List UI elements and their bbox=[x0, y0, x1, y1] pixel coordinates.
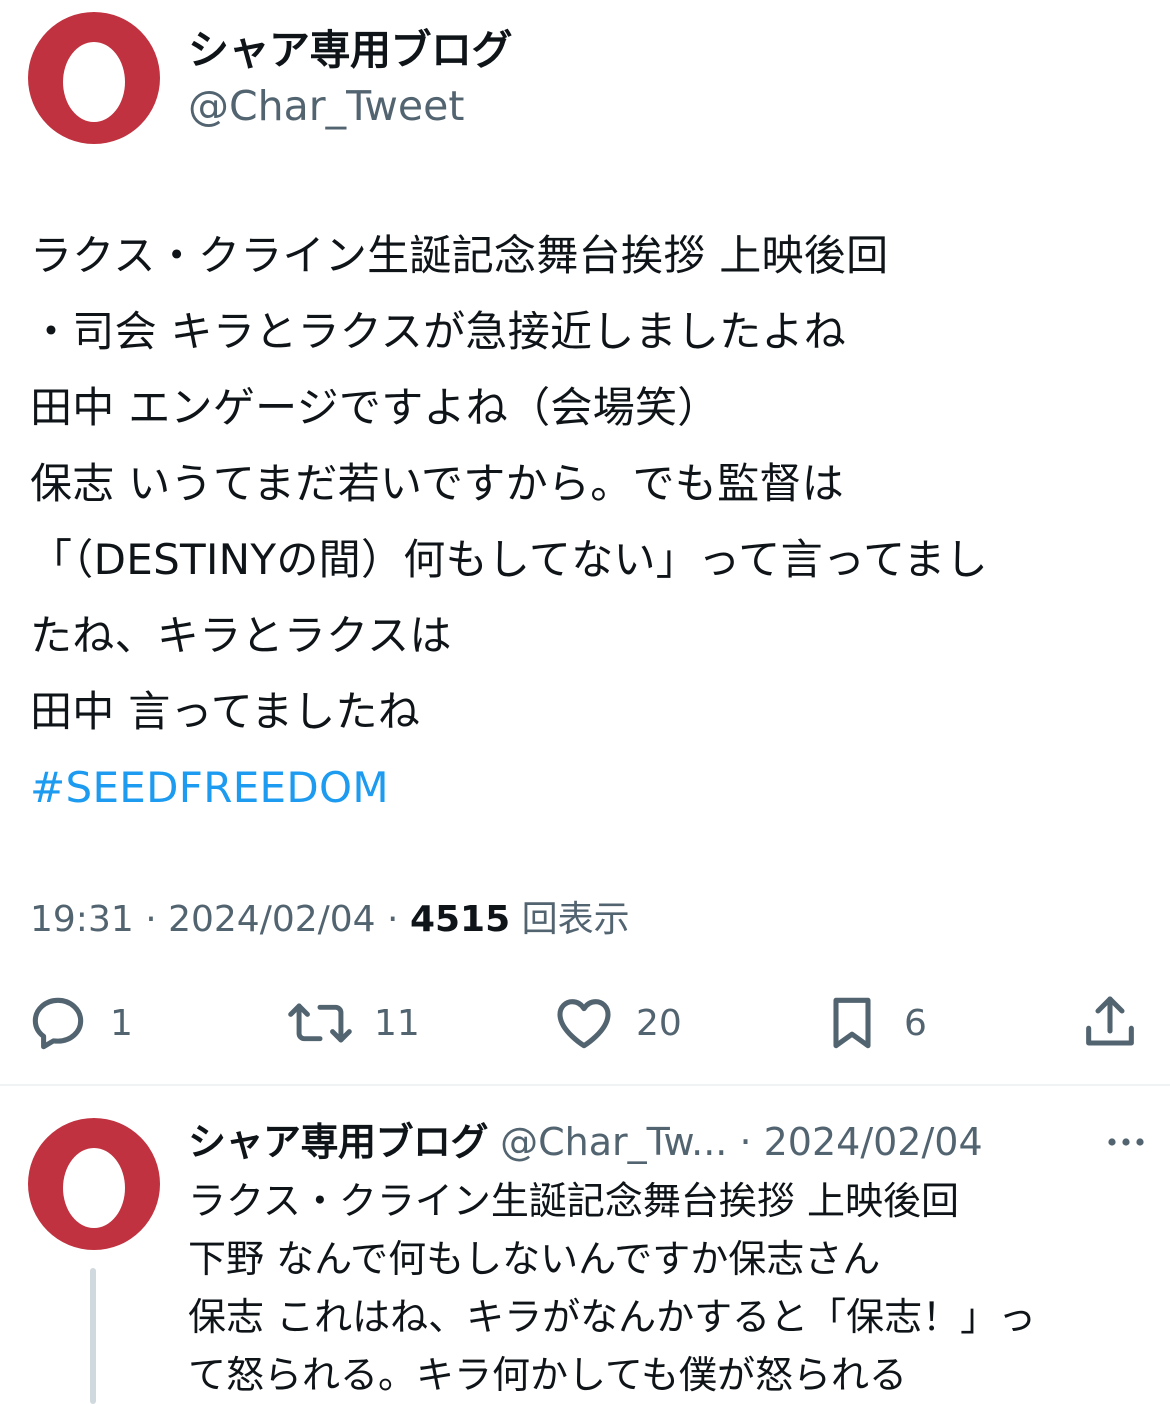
divider bbox=[0, 1084, 1170, 1086]
hashtag-link[interactable]: #SEEDFREEDOM bbox=[30, 763, 389, 812]
tweet-detail-page: シャア専用ブログ @Char_Tweet ラクス・クライン生誕記念舞台挨拶 上映… bbox=[0, 0, 1170, 1404]
tweet-line: 田中 言ってましたね bbox=[30, 687, 421, 736]
tweet-date[interactable]: 2024/02/04 bbox=[168, 899, 376, 940]
reply-text: ラクス・クライン生誕記念舞台挨拶 上映後回 下野 なんで何もしないんですか保志さ… bbox=[188, 1172, 1148, 1404]
thread-connector-line bbox=[90, 1268, 96, 1404]
reply-line: 下野 なんで何もしないんですか保志さん bbox=[188, 1237, 881, 1281]
retweet-count: 11 bbox=[374, 1002, 420, 1044]
reply-button[interactable]: 1 bbox=[26, 988, 133, 1058]
share-icon bbox=[1086, 996, 1134, 1046]
like-button[interactable]: 20 bbox=[552, 988, 682, 1058]
author-handle[interactable]: @Char_Tweet bbox=[188, 80, 464, 132]
egg-avatar-icon bbox=[63, 42, 125, 122]
meta-separator: · bbox=[133, 899, 169, 940]
bookmark-icon bbox=[833, 997, 871, 1049]
meta-separator: · bbox=[727, 1120, 764, 1164]
share-button[interactable] bbox=[1078, 988, 1142, 1058]
reply-line: 保志 これはね、キラがなんかすると「保志！」っ bbox=[188, 1295, 1037, 1339]
tweet-line: 「（DESTINYの間）何もしてない」って言ってまし bbox=[30, 535, 988, 584]
tweet-line: たね、キラとラクスは bbox=[30, 611, 452, 660]
reply-icon bbox=[32, 997, 84, 1050]
bookmark-count: 6 bbox=[904, 1002, 927, 1044]
heart-icon bbox=[557, 999, 611, 1049]
reply-display-name[interactable]: シャア専用ブログ bbox=[188, 1120, 489, 1164]
reply-count: 1 bbox=[110, 1002, 133, 1044]
reply-line: て怒られる。キラ何かしても僕が怒られる bbox=[188, 1353, 907, 1397]
tweet-line: 田中 エンゲージですよね（会場笑） bbox=[30, 383, 720, 432]
more-options-icon[interactable] bbox=[1104, 1126, 1148, 1158]
author-avatar[interactable] bbox=[28, 12, 160, 144]
reply-line: ラクス・クライン生誕記念舞台挨拶 上映後回 bbox=[188, 1179, 959, 1223]
reply-header: シャア専用ブログ @Char_Tw... · 2024/02/04 bbox=[188, 1114, 1148, 1170]
tweet-line: 保志 いうてまだ若いですから。でも監督は bbox=[30, 459, 844, 508]
retweet-icon bbox=[288, 1003, 352, 1043]
views-count[interactable]: 4515 bbox=[410, 899, 510, 940]
tweet-line: ラクス・クライン生誕記念舞台挨拶 上映後回 bbox=[30, 231, 889, 280]
reply-author-avatar[interactable] bbox=[28, 1118, 160, 1250]
retweet-button[interactable]: 11 bbox=[286, 988, 420, 1058]
egg-avatar-icon bbox=[63, 1148, 125, 1228]
meta-separator: · bbox=[375, 899, 410, 940]
tweet-meta: 19:31 · 2024/02/04 · 4515 回表示 bbox=[30, 892, 630, 948]
like-count: 20 bbox=[636, 1002, 682, 1044]
tweet-time[interactable]: 19:31 bbox=[30, 899, 134, 940]
author-display-name[interactable]: シャア専用ブログ bbox=[188, 24, 513, 76]
action-bar: 1 11 20 6 bbox=[0, 988, 1170, 1058]
bookmark-button[interactable]: 6 bbox=[820, 988, 927, 1058]
reply-date[interactable]: 2024/02/04 bbox=[764, 1120, 983, 1164]
tweet-line: ・司会 キラとラクスが急接近しましたよね bbox=[30, 307, 847, 356]
reply-handle[interactable]: @Char_Tw... bbox=[488, 1120, 727, 1164]
views-label: 回表示 bbox=[510, 899, 630, 940]
tweet-text: ラクス・クライン生誕記念舞台挨拶 上映後回 ・司会 キラとラクスが急接近しました… bbox=[30, 218, 1150, 826]
